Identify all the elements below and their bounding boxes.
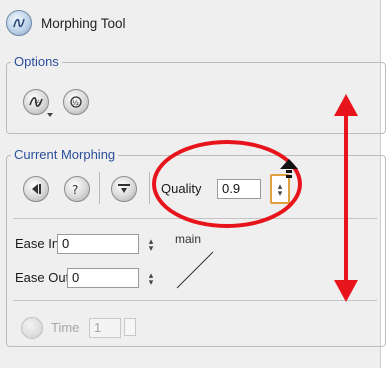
current-morphing-group-label: Current Morphing (11, 147, 119, 162)
go-to-previous-button[interactable] (23, 176, 49, 202)
ease-curve-preview[interactable] (173, 248, 217, 292)
panel-title: Morphing Tool (41, 15, 126, 31)
morph-help-icon: ? (72, 183, 78, 197)
ease-out-stepper[interactable]: ▴ ▾ (147, 271, 155, 287)
chevron-down-icon[interactable] (47, 113, 53, 117)
ease-out-label: Ease Out (15, 270, 70, 285)
morphing-tool-panel: Morphing Tool Options ½ ½ Current Morphi… (0, 0, 386, 368)
ease-in-stepper[interactable]: ▴ ▾ (147, 237, 155, 253)
options-group-label: Options (11, 54, 62, 69)
morph-mode-icon: ½ (29, 97, 43, 107)
step-back-icon (32, 184, 41, 194)
ease-in-field[interactable]: 0 (57, 234, 139, 254)
svg-text:½: ½ (72, 99, 79, 107)
morph-tool-icon (6, 10, 32, 36)
time-label: Time (51, 320, 80, 335)
options-morph-menu-button[interactable]: ½ (23, 89, 49, 115)
insert-key-button[interactable] (111, 176, 137, 202)
toolbar-separator-2 (149, 172, 150, 204)
svg-text:½: ½ (34, 99, 41, 107)
current-morphing-group: Current Morphing ? Quality 0.9 ▴ ▾ Ease … (6, 147, 386, 347)
morph-help-button[interactable]: ? (64, 176, 90, 202)
morph-half-icon: ½ (70, 96, 82, 108)
options-morph-button-2[interactable]: ½ (63, 89, 89, 115)
toolbar-separator (99, 172, 100, 204)
options-group: Options ½ ½ (6, 54, 386, 134)
time-icon (21, 317, 43, 339)
time-field[interactable]: 1 (89, 318, 121, 338)
curve-name-label: main (175, 232, 202, 246)
separator-line-2 (13, 300, 377, 301)
ease-in-label: Ease In (15, 236, 60, 251)
insert-down-icon (118, 184, 130, 193)
stepper-arrows-icon: ▴ ▾ (277, 181, 283, 198)
quality-stepper[interactable]: ▴ ▾ (270, 174, 290, 204)
ease-out-field[interactable]: 0 (67, 268, 139, 288)
panel-title-bar: Morphing Tool (6, 10, 126, 36)
quality-field[interactable]: 0.9 (217, 179, 261, 199)
separator-line (13, 218, 377, 219)
svg-text:?: ? (72, 183, 78, 197)
time-stepper[interactable] (124, 318, 136, 336)
quality-label: Quality (161, 181, 202, 196)
